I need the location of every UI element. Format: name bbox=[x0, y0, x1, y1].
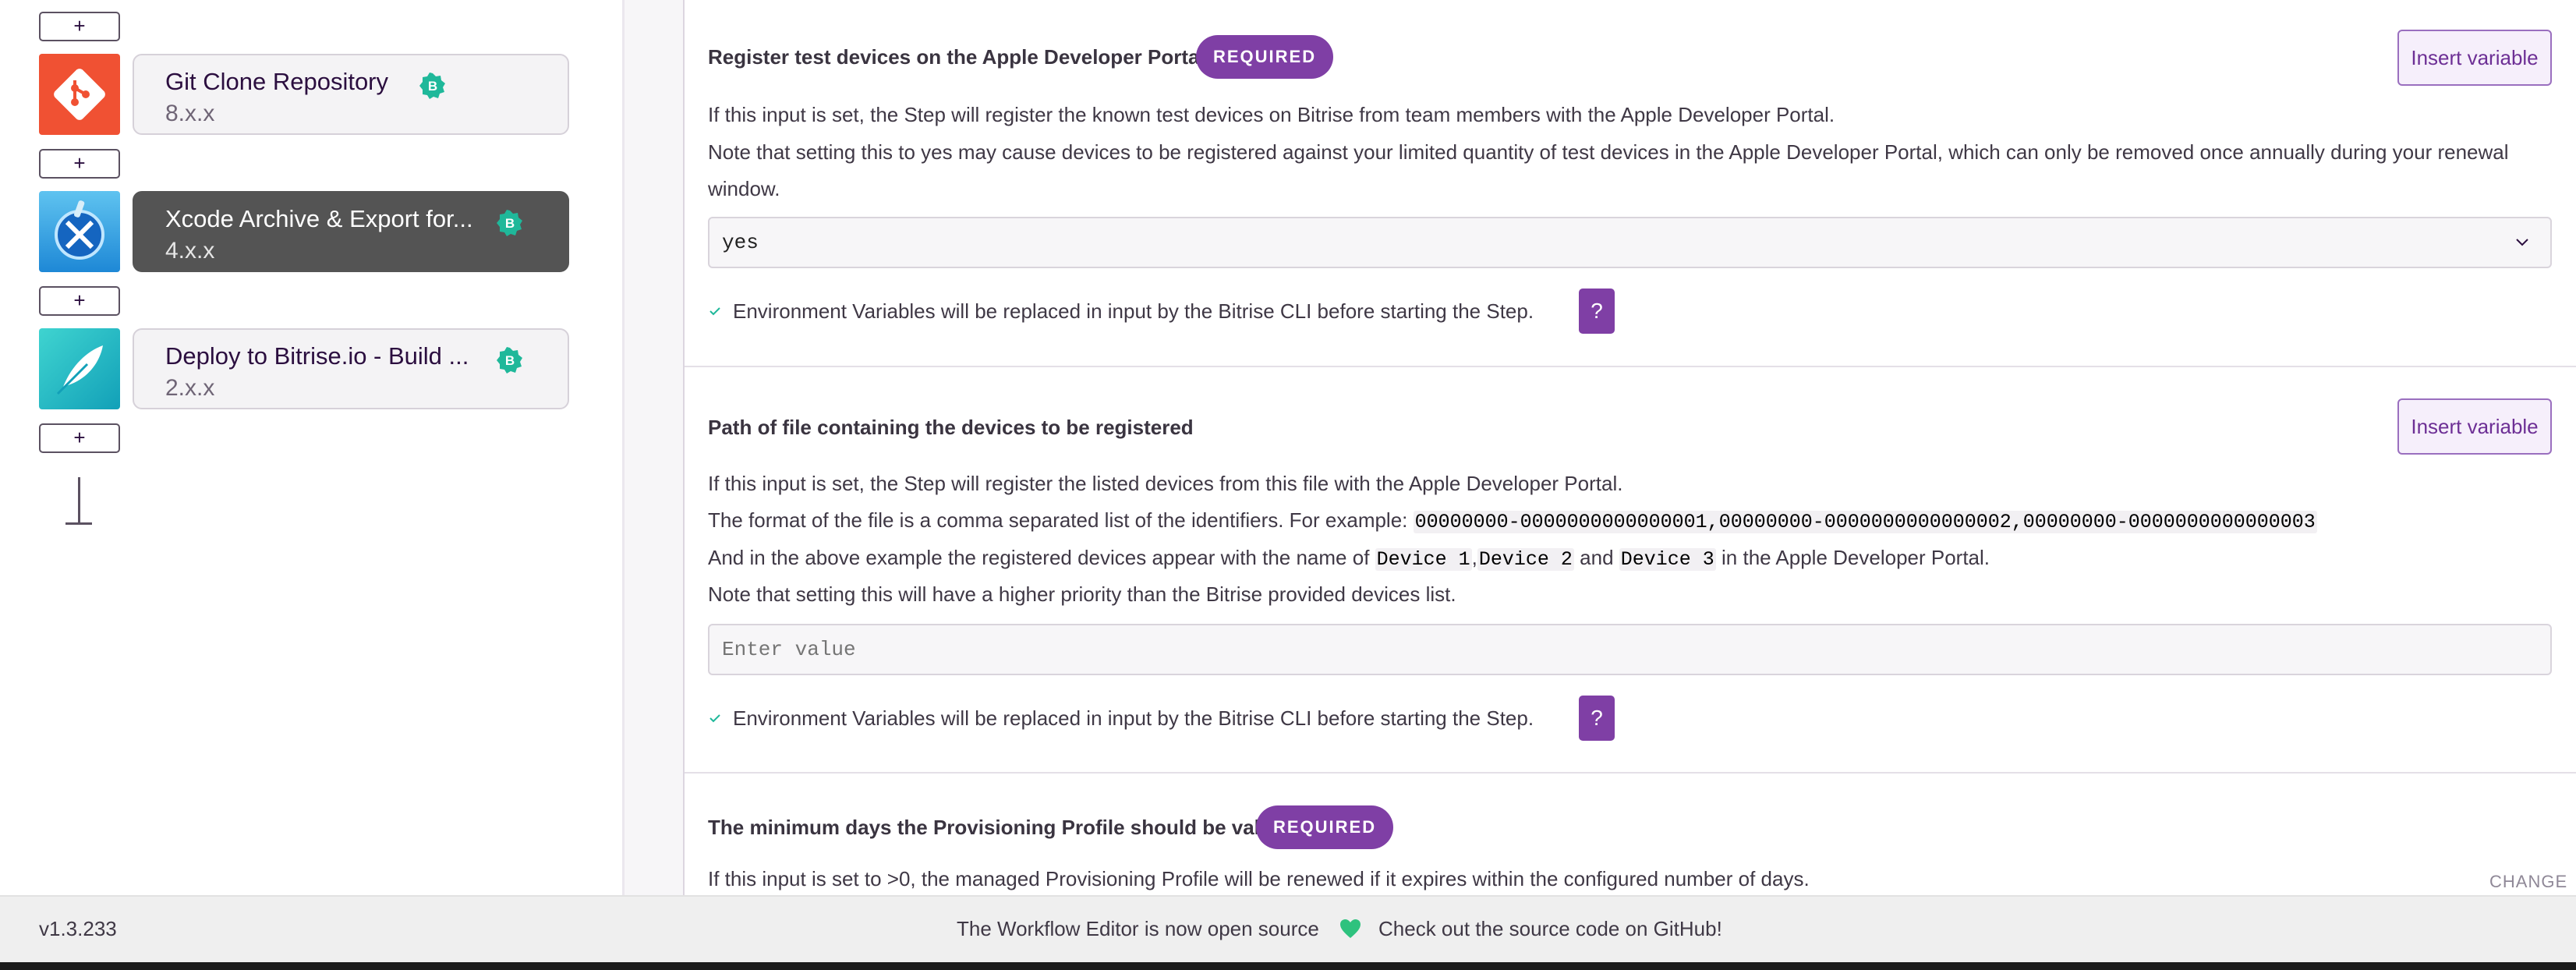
git-icon bbox=[39, 54, 120, 135]
verified-badge-icon: B bbox=[497, 347, 522, 373]
input-description: If this input is set, the Step will regi… bbox=[708, 472, 1623, 495]
required-badge: REQUIRED bbox=[1196, 35, 1334, 79]
window-bottom-edge bbox=[0, 962, 2576, 970]
svg-text:B: B bbox=[505, 353, 515, 368]
step-card-deploy-bitrise[interactable]: Deploy to Bitrise.io - Build ... B 2.x.x bbox=[133, 328, 569, 409]
help-button[interactable]: ? bbox=[1579, 289, 1615, 334]
env-note-text: Environment Variables will be replaced i… bbox=[733, 706, 1534, 730]
input-description: If this input is set, the Step will regi… bbox=[708, 103, 1835, 126]
required-badge: REQUIRED bbox=[1256, 805, 1394, 849]
input-title: Register test devices on the Apple Devel… bbox=[708, 45, 1205, 69]
svg-text:B: B bbox=[505, 216, 515, 231]
check-icon bbox=[709, 307, 720, 316]
step-card-xcode-archive[interactable]: Xcode Archive & Export for... B 4.x.x bbox=[133, 191, 569, 272]
env-note-text: Environment Variables will be replaced i… bbox=[733, 299, 1534, 323]
footer-bar: v1.3.233 The Workflow Editor is now open… bbox=[0, 895, 2576, 962]
device-name-code: Device 3 bbox=[1619, 548, 1716, 571]
devices-file-path-input[interactable] bbox=[708, 624, 2552, 675]
input-description: If this input is set to >0, the managed … bbox=[708, 867, 1810, 890]
device-name-code: Device 2 bbox=[1477, 548, 1574, 571]
feather-icon bbox=[39, 328, 120, 409]
input-description: The format of the file is a comma separa… bbox=[708, 508, 2317, 533]
step-version: 8.x.x bbox=[165, 101, 215, 126]
insert-variable-button[interactable]: Insert variable bbox=[2397, 398, 2552, 455]
add-step-button[interactable]: + bbox=[39, 149, 120, 179]
heart-icon bbox=[1340, 919, 1361, 938]
verified-badge-icon: B bbox=[419, 73, 445, 99]
input-description: window. bbox=[708, 177, 780, 200]
workflow-end-cap bbox=[65, 522, 92, 525]
insert-variable-button[interactable]: Insert variable bbox=[2397, 30, 2552, 86]
step-title: Git Clone Repository bbox=[165, 68, 389, 95]
add-step-button[interactable]: + bbox=[39, 286, 120, 316]
step-version: 2.x.x bbox=[165, 375, 215, 401]
code-example: 00000000-0000000000000001,00000000-00000… bbox=[1413, 511, 2317, 533]
github-source-link[interactable]: Check out the source code on GitHub! bbox=[1378, 917, 1722, 941]
open-source-message: The Workflow Editor is now open source bbox=[957, 917, 1319, 940]
xcode-icon bbox=[39, 191, 120, 272]
step-version: 4.x.x bbox=[165, 238, 215, 264]
step-card-git-clone[interactable]: Git Clone Repository B 8.x.x bbox=[133, 54, 569, 135]
check-icon bbox=[709, 714, 720, 723]
input-description: Note that setting this will have a highe… bbox=[708, 582, 1456, 606]
add-step-button[interactable]: + bbox=[39, 423, 120, 453]
gutter bbox=[625, 0, 685, 895]
section-divider bbox=[685, 366, 2576, 367]
step-inputs-panel: Register test devices on the Apple Devel… bbox=[685, 0, 2576, 895]
register-devices-select[interactable]: yes bbox=[708, 217, 2552, 268]
input-title: Path of file containing the devices to b… bbox=[708, 416, 1194, 439]
select-value: yes bbox=[722, 231, 759, 254]
step-title: Deploy to Bitrise.io - Build ... bbox=[165, 342, 469, 370]
step-title: Xcode Archive & Export for... bbox=[165, 205, 473, 232]
add-step-button[interactable]: + bbox=[39, 12, 120, 41]
section-divider bbox=[685, 772, 2576, 774]
input-description: Note that setting this to yes may cause … bbox=[708, 140, 2509, 164]
input-title: The minimum days the Provisioning Profil… bbox=[708, 816, 1279, 839]
verified-badge-icon: B bbox=[497, 210, 522, 236]
input-description: And in the above example the registered … bbox=[708, 546, 1990, 571]
svg-text:B: B bbox=[428, 79, 437, 94]
chevron-down-icon bbox=[2516, 239, 2528, 246]
workflow-end-line bbox=[78, 477, 80, 524]
change-link[interactable]: CHANGE bbox=[2489, 872, 2567, 892]
device-name-code: Device 1 bbox=[1375, 548, 1472, 571]
app-version: v1.3.233 bbox=[39, 917, 117, 940]
workflow-step-list: + Git Clone Repository B 8.x.x + Xcode A… bbox=[0, 0, 625, 895]
help-button[interactable]: ? bbox=[1579, 696, 1615, 741]
